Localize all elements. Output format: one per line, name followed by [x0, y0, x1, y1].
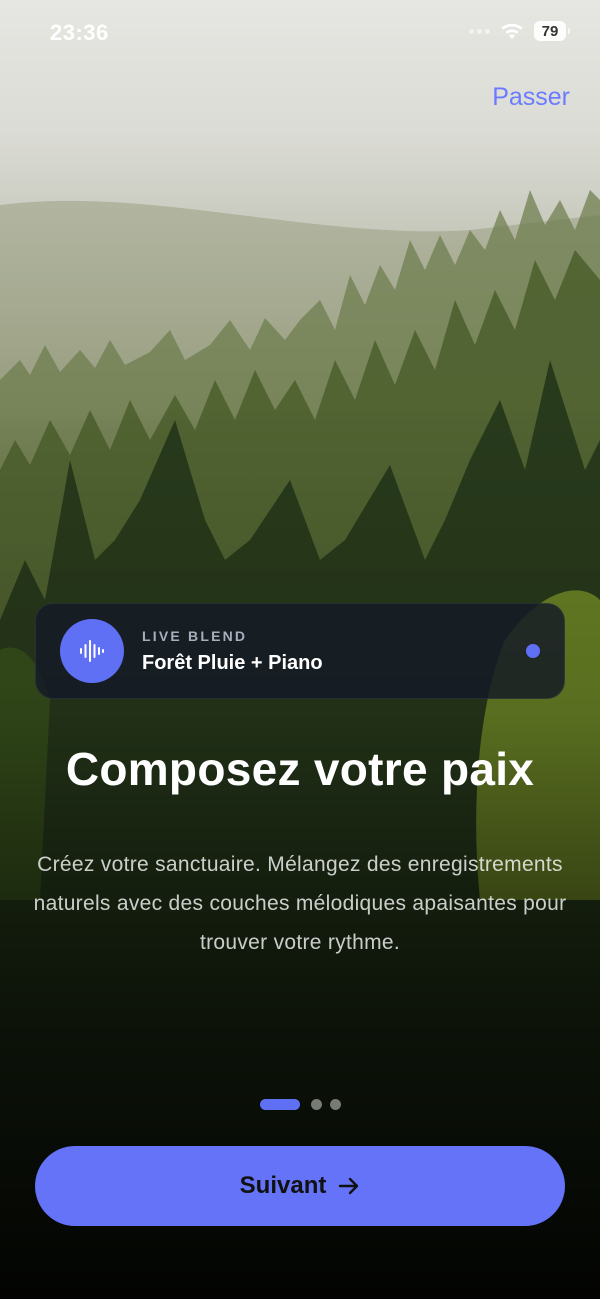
- status-icons: 79: [469, 21, 570, 41]
- page-description: Créez votre sanctuaire. Mélangez des enr…: [33, 853, 567, 954]
- battery-icon: 79: [534, 21, 570, 41]
- live-blend-card[interactable]: LIVE BLEND Forêt Pluie + Piano: [35, 603, 565, 699]
- blend-kicker: LIVE BLEND: [142, 627, 248, 644]
- waveform-icon: [60, 619, 124, 683]
- onboarding-screen: 23:36 79 Passer LIVE BLEND Forêt Pluie +…: [0, 0, 600, 1299]
- page-indicator: [0, 1099, 600, 1110]
- page-dot-active[interactable]: [259, 1099, 300, 1110]
- signal-dots-icon: [469, 28, 490, 34]
- wifi-icon: [501, 23, 523, 39]
- next-button-label: Suivant: [239, 1172, 327, 1199]
- live-indicator-dot: [526, 644, 540, 658]
- blend-title: Forêt Pluie + Piano: [142, 651, 323, 674]
- skip-button[interactable]: Passer: [492, 83, 570, 112]
- page-dot[interactable]: [310, 1099, 322, 1110]
- arrow-right-icon: [339, 1177, 359, 1195]
- blend-text-group: LIVE BLEND Forêt Pluie + Piano: [142, 628, 526, 675]
- status-time: 23:36: [50, 20, 109, 45]
- page-dot[interactable]: [329, 1099, 341, 1110]
- page-title: Composez votre paix: [65, 743, 535, 795]
- next-button[interactable]: Suivant: [35, 1146, 565, 1226]
